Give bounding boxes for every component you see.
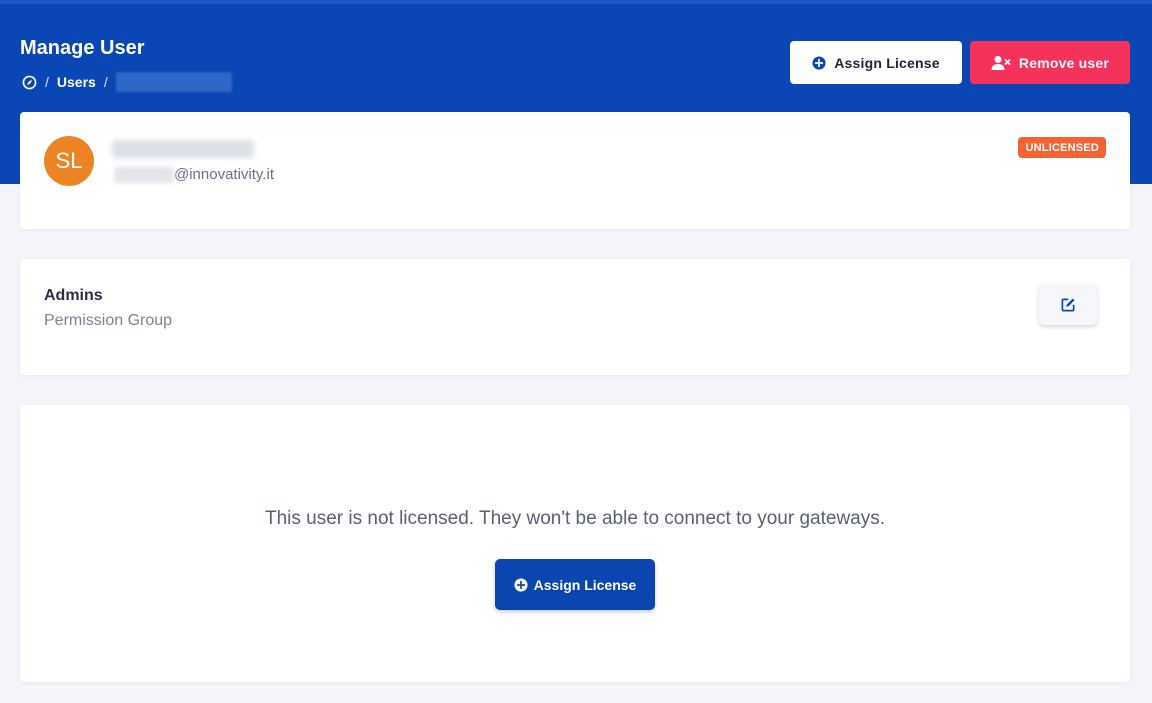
assign-license-primary-button[interactable]: Assign License	[495, 559, 655, 610]
email-domain: @innovativity.it	[174, 166, 274, 183]
license-status-badge: UNLICENSED	[1018, 137, 1106, 158]
unlicensed-message: This user is not licensed. They won't be…	[264, 508, 886, 529]
breadcrumb: / Users /	[22, 72, 232, 92]
avatar: SL	[44, 136, 94, 186]
remove-user-label: Remove user	[1018, 54, 1110, 71]
assign-license-button[interactable]: Assign License	[790, 41, 962, 84]
plus-circle-icon	[514, 577, 528, 592]
permission-group-name: Admins	[44, 287, 103, 304]
user-name-redacted	[112, 140, 254, 158]
page-title: Manage User	[20, 37, 145, 59]
edit-permission-group-button[interactable]	[1039, 284, 1097, 325]
user-remove-icon	[991, 55, 1011, 71]
breadcrumb-separator: /	[103, 74, 108, 90]
license-card: This user is not licensed. They won't be…	[20, 405, 1130, 682]
user-email: @innovativity.it	[114, 166, 274, 183]
breadcrumb-users-link[interactable]: Users	[57, 74, 96, 90]
plus-circle-icon	[812, 55, 826, 70]
permission-group-card: Admins Permission Group	[20, 259, 1130, 375]
breadcrumb-separator: /	[45, 74, 49, 90]
user-card: SL @innovativity.it UNLICENSED	[20, 112, 1130, 229]
edit-icon	[1061, 297, 1076, 312]
assign-license-label: Assign License	[834, 54, 940, 71]
compass-icon[interactable]	[22, 75, 37, 90]
email-local-part-redacted	[114, 166, 174, 183]
remove-user-button[interactable]: Remove user	[970, 41, 1130, 84]
assign-license-primary-label: Assign License	[533, 576, 637, 593]
permission-group-caption: Permission Group	[44, 312, 173, 329]
breadcrumb-current-user-redacted	[115, 72, 232, 92]
